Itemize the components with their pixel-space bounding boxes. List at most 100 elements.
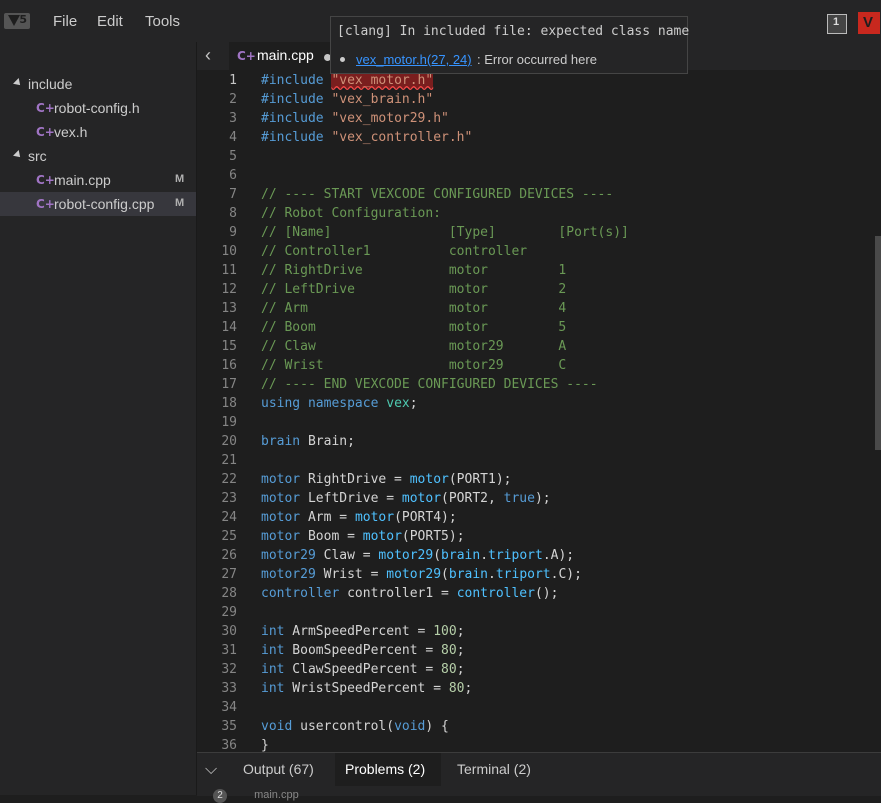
- code-text: #include "vex_brain.h": [261, 90, 433, 109]
- code-token: .A);: [542, 548, 575, 563]
- editor-scrollbar[interactable]: [875, 236, 881, 450]
- vex-brain-icon[interactable]: V: [858, 12, 880, 34]
- code-token: // Wrist motor29 C: [261, 358, 567, 373]
- cpp-file-icon: C+: [36, 173, 55, 187]
- file-robot-config-h[interactable]: C+ robot-config.h: [0, 96, 196, 120]
- code-line[interactable]: 19: [197, 413, 881, 432]
- line-number: 19: [221, 415, 237, 430]
- code-line[interactable]: 29: [197, 603, 881, 622]
- code-line[interactable]: 8 // Robot Configuration:: [197, 204, 881, 223]
- line-number: 17: [221, 377, 237, 392]
- tab-output[interactable]: Output (67): [233, 753, 323, 786]
- code-line[interactable]: 15 // Claw motor29 A: [197, 337, 881, 356]
- line-number: 34: [221, 700, 237, 715]
- menu-edit[interactable]: Edit: [97, 13, 123, 30]
- file-robot-config-cpp[interactable]: C+ robot-config.cpp M: [0, 192, 196, 216]
- problem-file-row[interactable]: 2 main.cpp: [213, 789, 299, 803]
- tab-terminal[interactable]: Terminal (2): [447, 753, 547, 786]
- code-line[interactable]: 7 // ---- START VEXCODE CONFIGURED DEVICE…: [197, 185, 881, 204]
- code-token: #include: [261, 130, 332, 145]
- code-line[interactable]: 20 brain Brain;: [197, 432, 881, 451]
- code-token: ) {: [425, 719, 449, 734]
- code-token: #include: [261, 92, 332, 107]
- code-line[interactable]: 16 // Wrist motor29 C: [197, 356, 881, 375]
- code-text: // Boom motor 5: [261, 318, 566, 337]
- code-line[interactable]: 21: [197, 451, 881, 470]
- code-line[interactable]: 9 // [Name] [Type] [Port(s)]: [197, 223, 881, 242]
- line-number: 3: [229, 111, 237, 126]
- code-line[interactable]: 3 #include "vex_motor29.h": [197, 109, 881, 128]
- code-line[interactable]: 18 using namespace vex;: [197, 394, 881, 413]
- file-label: robot-config.cpp: [54, 196, 155, 212]
- code-token: triport: [488, 548, 543, 563]
- code-line[interactable]: 10 // Controller1 controller: [197, 242, 881, 261]
- code-token: "vex_motor.h": [331, 73, 434, 88]
- code-token: Arm =: [300, 510, 355, 525]
- menu-file[interactable]: File: [53, 13, 77, 30]
- code-line[interactable]: 32 int ClawSpeedPercent = 80;: [197, 660, 881, 679]
- device-slot-icon[interactable]: 1: [827, 14, 847, 34]
- code-line[interactable]: 30 int ArmSpeedPercent = 100;: [197, 622, 881, 641]
- code-line[interactable]: 28 controller controller1 = controller();: [197, 584, 881, 603]
- code-line[interactable]: 12 // LeftDrive motor 2: [197, 280, 881, 299]
- tab-problems[interactable]: Problems (2): [335, 753, 441, 786]
- code-token: brain: [448, 567, 489, 582]
- code-line[interactable]: 23 motor LeftDrive = motor(PORT2, true);: [197, 489, 881, 508]
- code-token: LeftDrive =: [300, 491, 402, 506]
- code-token: (: [433, 548, 442, 563]
- code-line[interactable]: 34: [197, 698, 881, 717]
- code-text: // [Name] [Type] [Port(s)]: [261, 223, 629, 242]
- line-number: 27: [221, 567, 237, 582]
- code-line[interactable]: 14 // Boom motor 5: [197, 318, 881, 337]
- line-number: 10: [221, 244, 237, 259]
- code-line[interactable]: 6: [197, 166, 881, 185]
- code-token: // RightDrive motor 1: [261, 263, 567, 278]
- code-line[interactable]: 33 int WristSpeedPercent = 80;: [197, 679, 881, 698]
- code-line[interactable]: 25 motor Boom = motor(PORT5);: [197, 527, 881, 546]
- chevron-down-icon[interactable]: ⌵: [205, 761, 217, 779]
- code-line[interactable]: 26 motor29 Claw = motor29(brain.triport.A…: [197, 546, 881, 565]
- code-token: motor29: [378, 548, 434, 563]
- line-number: 16: [221, 358, 237, 373]
- error-location-link[interactable]: vex_motor.h(27, 24): [356, 52, 472, 67]
- code-line[interactable]: 31 int BoomSpeedPercent = 80;: [197, 641, 881, 660]
- code-token: true: [503, 491, 535, 506]
- line-number: 24: [221, 510, 237, 525]
- code-line[interactable]: 35 void usercontrol(void) {: [197, 717, 881, 736]
- code-token: motor: [354, 510, 395, 525]
- problem-count-badge: 2: [213, 789, 227, 803]
- code-line[interactable]: 4 #include "vex_controller.h": [197, 128, 881, 147]
- folder-src[interactable]: src: [0, 144, 196, 168]
- code-token: int: [261, 643, 285, 658]
- code-token: ;: [464, 681, 473, 696]
- code-line[interactable]: 5: [197, 147, 881, 166]
- cpp-file-icon: C+: [36, 125, 55, 139]
- code-line[interactable]: 11 // RightDrive motor 1: [197, 261, 881, 280]
- code-line[interactable]: 17 // ---- END VEXCODE CONFIGURED DEVICES…: [197, 375, 881, 394]
- code-token: ClawSpeedPercent =: [284, 662, 442, 677]
- code-token: // Arm motor 4: [261, 301, 567, 316]
- code-token: motor29: [261, 567, 316, 582]
- code-editor[interactable]: 36} 35 void usercontrol(void) { 34 33 int Wri…: [197, 70, 881, 752]
- code-token: ;: [409, 396, 418, 411]
- code-line[interactable]: 13 // Arm motor 4: [197, 299, 881, 318]
- line-number: 1: [229, 73, 237, 88]
- problem-file-label: main.cpp: [254, 789, 299, 801]
- file-vex-h[interactable]: C+ vex.h: [0, 120, 196, 144]
- folder-expanded-caret-icon: [13, 150, 23, 160]
- folder-include[interactable]: include: [0, 72, 196, 96]
- file-main-cpp[interactable]: C+ main.cpp M: [0, 168, 196, 192]
- line-number: 28: [221, 586, 237, 601]
- code-line[interactable]: 27 motor29 Wrist = motor29(brain.triport.…: [197, 565, 881, 584]
- code-line[interactable]: 36}: [197, 736, 881, 752]
- code-line[interactable]: 2 #include "vex_brain.h": [197, 90, 881, 109]
- menu-tools[interactable]: Tools: [145, 13, 180, 30]
- line-number: 8: [229, 206, 237, 221]
- code-line[interactable]: 22 motor RightDrive = motor(PORT1);: [197, 470, 881, 489]
- git-modified-badge: M: [175, 197, 185, 209]
- code-line[interactable]: 24 motor Arm = motor(PORT4);: [197, 508, 881, 527]
- code-token: motor: [409, 472, 449, 487]
- chevron-left-icon[interactable]: ‹: [205, 45, 211, 66]
- code-token: (: [441, 567, 449, 582]
- code-token: ;: [456, 662, 465, 677]
